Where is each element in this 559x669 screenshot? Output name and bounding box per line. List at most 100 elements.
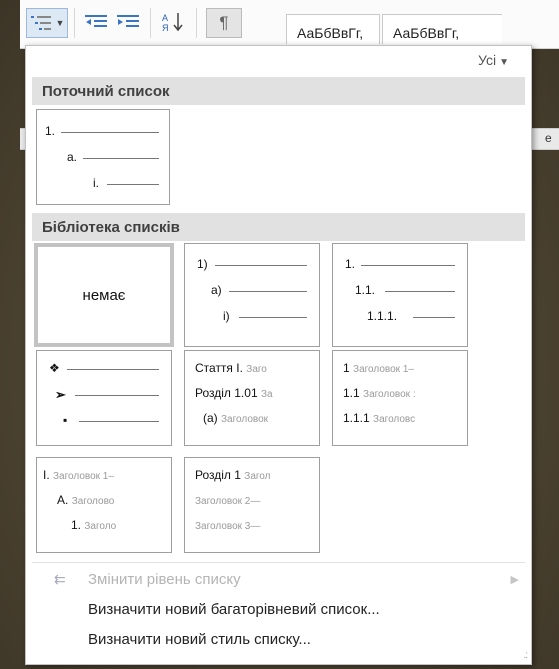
list-level-label: i. bbox=[93, 176, 99, 190]
heading-number: 1.1 bbox=[343, 386, 360, 400]
decrease-indent-button[interactable] bbox=[82, 8, 110, 36]
list-style-article-section[interactable]: Стаття I. Заго Розділ 1.01 За (a) Заголо… bbox=[184, 350, 320, 446]
heading-text: Заголово bbox=[71, 496, 115, 507]
list-line bbox=[413, 317, 455, 318]
heading-row: Стаття I. Заго bbox=[195, 361, 317, 375]
list-line bbox=[75, 395, 159, 396]
ribbon: ▼ A Я ¶ АаБбВвГг, АаБбВвГг, bbox=[20, 0, 559, 49]
list-line bbox=[61, 132, 159, 133]
ribbon-separator bbox=[74, 8, 75, 38]
heading-row: 1 Заголовок 1– bbox=[343, 361, 465, 375]
heading-text: Загол bbox=[244, 471, 271, 482]
heading-row: Заголовок 3— bbox=[195, 518, 317, 532]
list-level-label: 1. bbox=[345, 257, 356, 271]
square-bullet-icon: ▪ bbox=[63, 413, 68, 427]
list-level-label: 1.1.1. bbox=[367, 309, 398, 323]
multilevel-list-gallery: Усі ▼ Поточний список 1. a. i. Бібліотека… bbox=[25, 45, 532, 665]
define-multilevel-list-label: Визначити новий багаторівневий список... bbox=[88, 600, 380, 618]
menu-separator bbox=[32, 562, 525, 563]
list-line bbox=[385, 291, 455, 292]
heading-text: Заголовок 1– bbox=[353, 364, 414, 375]
heading-text: За bbox=[260, 389, 273, 400]
sort-button[interactable]: A Я bbox=[158, 8, 188, 36]
none-label: немає bbox=[82, 287, 126, 304]
define-list-style-item[interactable]: Визначити новий стиль списку... bbox=[26, 624, 533, 654]
heading-number: A. bbox=[57, 493, 69, 507]
list-line bbox=[361, 265, 455, 266]
list-line bbox=[107, 184, 159, 185]
heading-row: 1. Заголо bbox=[71, 518, 169, 532]
list-style-roman-headings[interactable]: I. Заголовок 1– A. Заголово 1. Заголо bbox=[36, 457, 172, 553]
style-normal[interactable]: АаБбВвГг, bbox=[286, 14, 380, 44]
list-line bbox=[229, 291, 307, 292]
current-list-heading: Поточний список bbox=[32, 77, 525, 105]
current-list-tile[interactable]: 1. a. i. bbox=[36, 109, 170, 205]
heading-row: Розділ 1.01 За bbox=[195, 386, 317, 400]
arrow-bullet-icon: ➢ bbox=[55, 387, 66, 402]
heading-row: Заголовок 2— bbox=[195, 493, 317, 507]
filter-dropdown[interactable]: Усі ▼ bbox=[478, 52, 509, 68]
list-level-label: i) bbox=[223, 309, 230, 323]
define-multilevel-list-item[interactable]: Визначити новий багаторівневий список... bbox=[26, 594, 533, 624]
list-style-chapter-headings[interactable]: Розділ 1 Загол Заголовок 2— Заголовок 3— bbox=[184, 457, 320, 553]
heading-row: 1.1.1 Заголовс bbox=[343, 411, 465, 425]
heading-row: I. Заголовок 1– bbox=[43, 468, 169, 482]
increase-indent-icon bbox=[117, 15, 139, 27]
list-style-paren[interactable]: 1) a) i) bbox=[184, 243, 320, 347]
heading-text: Заголовок 3— bbox=[195, 521, 261, 532]
sort-icon: A Я bbox=[162, 13, 183, 33]
chevron-down-icon: ▼ bbox=[499, 57, 509, 68]
change-list-level-label: Змінити рівень списку bbox=[88, 570, 241, 588]
chevron-down-icon: ▼ bbox=[55, 18, 65, 28]
library-heading: Бібліотека списків bbox=[32, 213, 525, 241]
ribbon-edge-glyph: e bbox=[545, 131, 552, 145]
multilevel-list-button[interactable]: ▼ bbox=[26, 8, 68, 38]
list-line bbox=[239, 317, 307, 318]
heading-row: A. Заголово bbox=[57, 493, 169, 507]
diamond-bullet-icon: ❖ bbox=[49, 361, 60, 375]
style-no-spacing[interactable]: АаБбВвГг, bbox=[382, 14, 502, 44]
heading-row: 1.1 Заголовок : bbox=[343, 386, 465, 400]
svg-text:Я: Я bbox=[162, 23, 169, 33]
list-line bbox=[67, 369, 159, 370]
increase-indent-button[interactable] bbox=[114, 8, 142, 36]
heading-text: Заголовок 2— bbox=[195, 496, 261, 507]
heading-number: (a) bbox=[203, 411, 218, 425]
heading-text: Заголовс bbox=[373, 414, 416, 425]
list-level-label: 1. bbox=[45, 124, 56, 138]
list-line bbox=[79, 421, 159, 422]
heading-text: Заго bbox=[246, 364, 267, 375]
heading-text: Заголовок bbox=[221, 414, 269, 425]
define-list-style-label: Визначити новий стиль списку... bbox=[88, 630, 311, 648]
heading-number: 1. bbox=[71, 518, 82, 532]
ribbon-separator bbox=[196, 8, 197, 38]
list-level-label: 1.1. bbox=[355, 283, 376, 297]
heading-number: 1 bbox=[343, 361, 350, 375]
heading-text: Заголо bbox=[84, 521, 117, 532]
change-list-level-item[interactable]: ⇇ Змінити рівень списку ▶ bbox=[26, 564, 533, 594]
heading-row: (a) Заголовок bbox=[203, 411, 317, 425]
heading-text: Заголовок : bbox=[363, 389, 416, 400]
heading-number: 1.1.1 bbox=[343, 411, 370, 425]
list-level-label: a) bbox=[211, 283, 222, 297]
list-line bbox=[83, 158, 159, 159]
heading-text: Заголовок 1– bbox=[53, 471, 114, 482]
heading-number: Розділ 1 bbox=[195, 468, 241, 482]
list-level-label: 1) bbox=[197, 257, 208, 271]
list-level-label: a. bbox=[67, 150, 78, 164]
ribbon-separator bbox=[150, 8, 151, 38]
heading-number: I. bbox=[43, 468, 50, 482]
heading-row: Розділ 1 Загол bbox=[195, 468, 317, 482]
svg-text:A: A bbox=[162, 13, 168, 23]
heading-number: Розділ 1.01 bbox=[195, 386, 258, 400]
decrease-indent-icon bbox=[85, 15, 107, 27]
list-style-heading-numbers[interactable]: 1 Заголовок 1– 1.1 Заголовок : 1.1.1 Заг… bbox=[332, 350, 468, 446]
multilevel-list-icon bbox=[30, 16, 51, 30]
resize-grip-icon[interactable]: .: bbox=[523, 650, 527, 661]
list-style-numbered-legal[interactable]: 1. 1.1. 1.1.1. bbox=[332, 243, 468, 347]
show-formatting-icon[interactable]: ¶ bbox=[206, 8, 242, 38]
change-level-icon: ⇇ bbox=[54, 571, 66, 587]
list-style-none[interactable]: немає bbox=[34, 243, 174, 347]
filter-label: Усі bbox=[478, 52, 497, 68]
list-style-bullets[interactable]: ❖ ➢ ▪ bbox=[36, 350, 172, 446]
